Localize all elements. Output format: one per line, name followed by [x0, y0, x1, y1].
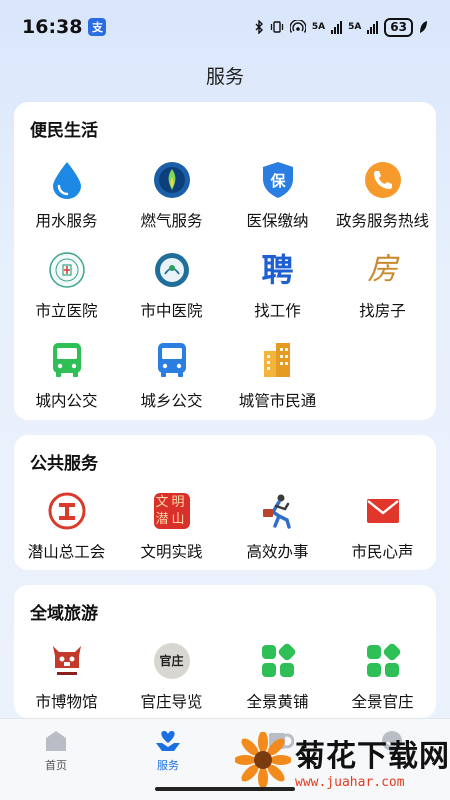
item-label: 官庄导览: [140, 693, 203, 711]
item-label: 医保缴纳: [246, 212, 309, 230]
watermark-text: 菊花下载网: [295, 738, 450, 774]
service-panorama-guanzhuang[interactable]: 全景官庄: [330, 641, 435, 712]
tab-services[interactable]: 服务: [112, 729, 224, 773]
hospital-logo-icon: [47, 250, 87, 290]
job-pin-icon: 聘: [261, 251, 294, 289]
item-label: 市立医院: [35, 302, 98, 320]
water-drop-icon: [47, 160, 87, 200]
home-indicator[interactable]: [155, 787, 295, 791]
civilization-badge-icon: 文明潜山: [153, 493, 190, 529]
vibrate-icon: [270, 21, 283, 33]
hotspot-icon: [289, 20, 306, 33]
home-icon: [46, 731, 66, 751]
item-label: 市博物馆: [35, 693, 98, 711]
section-title: 全域旅游: [30, 604, 98, 624]
section-card-tourism: 全域旅游 市博物馆 官庄 官庄导览 全景黄铺 全景官庄: [14, 585, 436, 718]
status-bar: 16:38 支 5A 5A 63: [0, 0, 450, 54]
tab-label: 首页: [45, 759, 67, 772]
item-label: 找工作: [254, 302, 301, 320]
buildings-icon: [258, 340, 298, 380]
battery-indicator: 63: [384, 17, 413, 37]
item-label: 政务服务热线: [335, 212, 429, 230]
bluetooth-icon: [255, 20, 263, 34]
service-find-job[interactable]: 聘 找工作: [225, 250, 330, 321]
service-tcm-hospital[interactable]: 市中医院: [119, 250, 224, 321]
service-urban-management[interactable]: 城管市民通: [225, 340, 330, 411]
item-label: 城内公交: [35, 392, 98, 410]
service-medical-insurance[interactable]: 保 医保缴纳: [225, 160, 330, 231]
signal-strength-icon-2: [367, 20, 379, 34]
item-label: 城管市民通: [238, 392, 317, 410]
gas-flame-icon: [152, 160, 192, 200]
running-man-icon: [258, 491, 298, 531]
tcm-hospital-logo-icon: [152, 250, 192, 290]
item-label: 用水服务: [35, 212, 98, 230]
service-find-house[interactable]: 房 找房子: [330, 250, 435, 321]
panorama-grid-icon: [363, 641, 403, 681]
bus-icon: [47, 340, 87, 380]
service-gas[interactable]: 燃气服务: [119, 160, 224, 231]
service-panorama-huangpu[interactable]: 全景黄铺: [225, 641, 330, 712]
alipay-status-icon: 支: [88, 18, 107, 36]
item-label: 全景黄铺: [246, 693, 309, 711]
item-label: 找房子: [359, 302, 406, 320]
item-label: 高效办事: [246, 543, 309, 561]
status-time: 16:38: [22, 16, 83, 38]
item-label: 全景官庄: [351, 693, 414, 711]
service-city-bus[interactable]: 城内公交: [14, 340, 119, 411]
item-label: 市中医院: [140, 302, 203, 320]
bus-icon: [152, 340, 192, 380]
service-civilization[interactable]: 文明潜山 文明实践: [119, 491, 224, 562]
item-label: 燃气服务: [140, 212, 203, 230]
guanzhuang-logo-icon: 官庄: [152, 641, 192, 681]
section-title: 便民生活: [30, 121, 98, 141]
service-citizen-voice[interactable]: 市民心声: [330, 491, 435, 562]
watermark-url: www.juahar.com: [295, 774, 405, 790]
museum-logo-icon: [47, 641, 87, 681]
medical-insurance-shield-icon: 保: [258, 160, 298, 200]
service-hotline[interactable]: 政务服务热线: [330, 160, 435, 231]
signal-strength-icon: [331, 20, 343, 34]
heart-hand-icon: [156, 731, 180, 751]
status-icons: 5A 5A 63: [254, 17, 428, 37]
network-type-label-2: 5A: [348, 22, 362, 32]
section-title: 公共服务: [30, 454, 98, 474]
section-card-convenience: 便民生活 用水服务 燃气服务 保 医保缴纳 政务服务热线 市立医院 市中医院 聘…: [14, 102, 436, 420]
service-rural-bus[interactable]: 城乡公交: [119, 340, 224, 411]
phone-icon: [363, 160, 403, 200]
page-title: 服务: [205, 66, 244, 88]
service-museum[interactable]: 市博物馆: [14, 641, 119, 712]
service-city-hospital[interactable]: 市立医院: [14, 250, 119, 321]
service-trade-union[interactable]: 潜山总工会: [14, 491, 119, 562]
section-card-public: 公共服务 潜山总工会 文明潜山 文明实践 高效办事 市民心声: [14, 435, 436, 570]
item-label: 市民心声: [351, 543, 414, 561]
chrysanthemum-logo-icon: [235, 732, 291, 788]
network-type-label: 5A: [311, 22, 326, 32]
service-efficient[interactable]: 高效办事: [225, 491, 330, 562]
leaf-icon: [420, 21, 427, 33]
union-logo-icon: [47, 491, 87, 531]
house-glyph-icon: 房: [367, 252, 398, 287]
item-label: 城乡公交: [140, 392, 203, 410]
svg-text:保: 保: [269, 172, 286, 190]
service-guanzhuang-guide[interactable]: 官庄 官庄导览: [119, 641, 224, 712]
tab-label: 服务: [157, 759, 179, 772]
mail-icon: [363, 491, 403, 531]
tab-home[interactable]: 首页: [0, 729, 112, 773]
item-label: 潜山总工会: [27, 543, 106, 561]
item-label: 文明实践: [140, 543, 203, 561]
panorama-grid-icon: [258, 641, 298, 681]
service-water[interactable]: 用水服务: [14, 160, 119, 231]
